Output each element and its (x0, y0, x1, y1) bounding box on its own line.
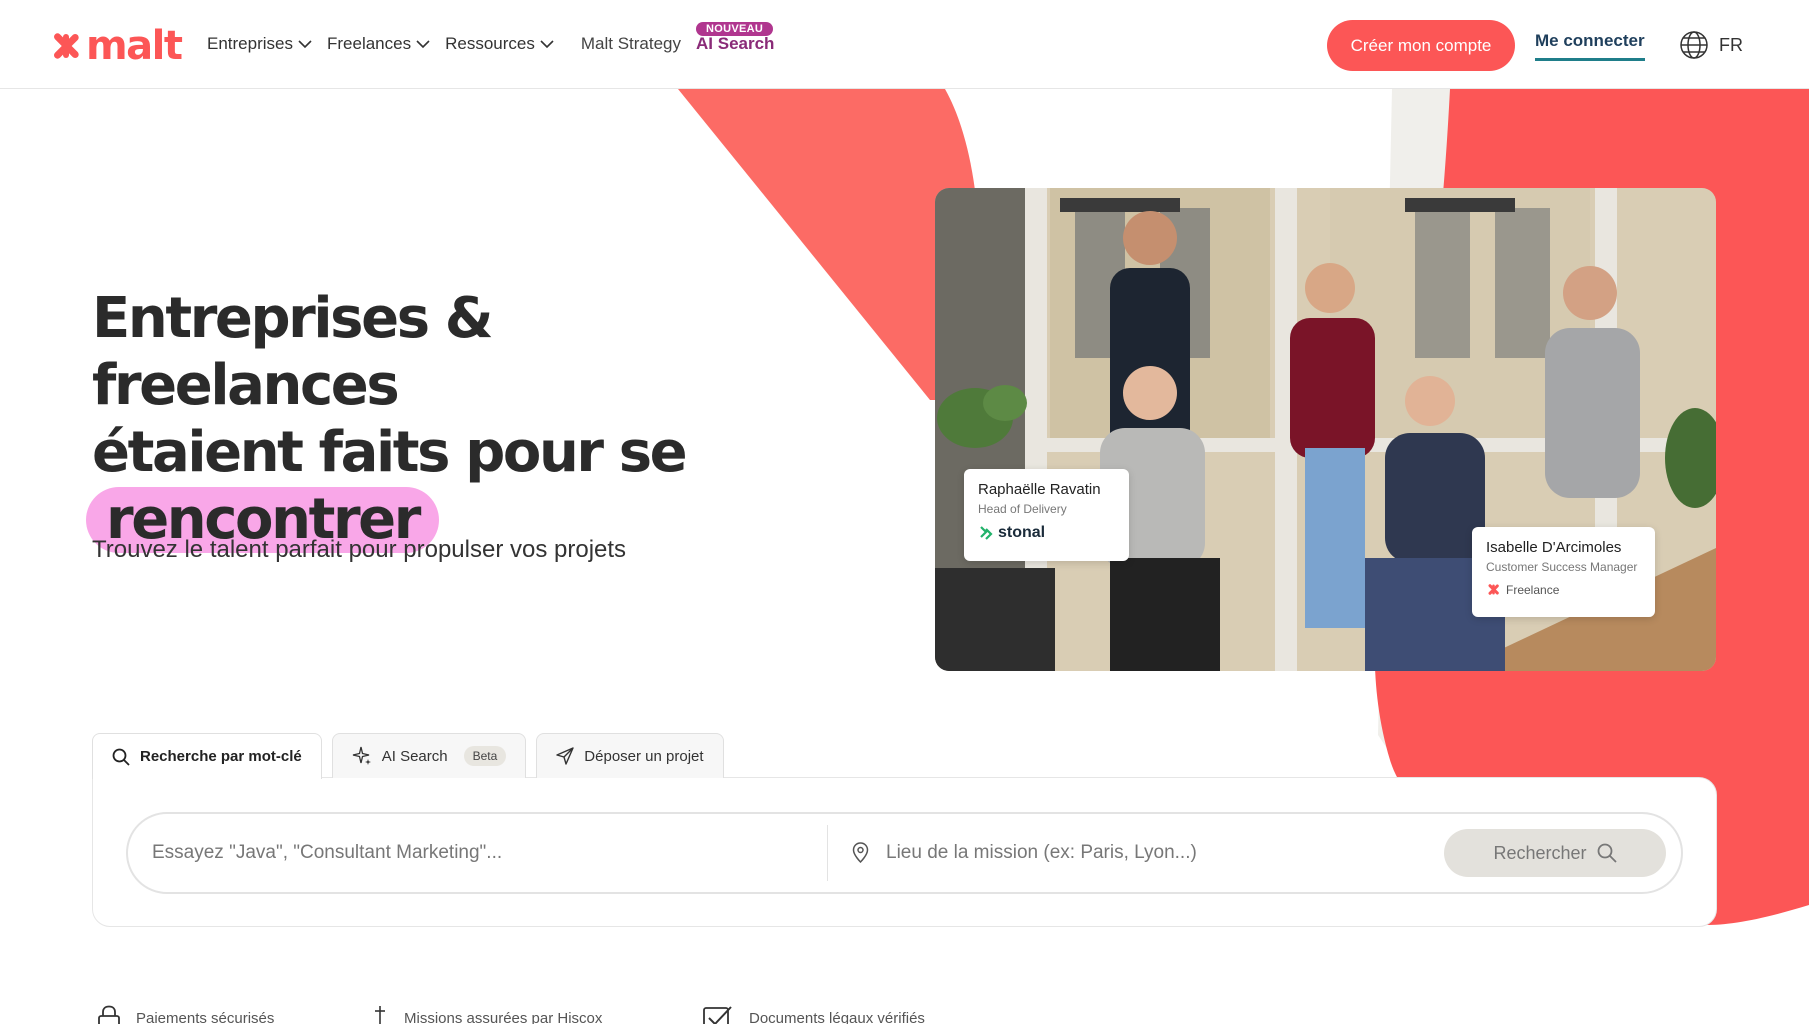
location-input[interactable] (886, 836, 1406, 870)
language-code: FR (1719, 34, 1743, 55)
company-name: Freelance (1506, 582, 1560, 597)
stonal-logo-icon (980, 526, 993, 540)
trust-item-insurance: Missions assurées par Hiscox (370, 1005, 602, 1024)
keyword-search-input[interactable] (152, 836, 792, 870)
search-tabs: Recherche par mot-clé AI Search Beta Dép… (92, 733, 734, 779)
malt-logo-icon (54, 33, 79, 59)
send-icon (556, 747, 574, 765)
chevron-down-icon (298, 39, 312, 48)
main-nav: Entreprises Freelances Ressources Malt S… (207, 22, 775, 54)
search-button[interactable]: Rechercher (1444, 829, 1666, 877)
nav-freelances[interactable]: Freelances (327, 34, 430, 54)
lock-icon (98, 1005, 120, 1024)
person-card-raphaelle: Raphaëlle Ravatin Head of Delivery stona… (964, 469, 1129, 561)
top-navigation-bar: malt Entreprises Freelances Ressources M… (0, 0, 1809, 89)
new-badge: NOUVEAU (696, 22, 774, 36)
nav-ressources-label: Ressources (445, 34, 535, 53)
person-role: Customer Success Manager (1486, 560, 1638, 574)
nav-ai-search[interactable]: NOUVEAU AI Search (696, 22, 775, 54)
language-selector[interactable]: FR (1679, 30, 1743, 60)
malt-logo[interactable]: malt (48, 23, 183, 69)
trust-item-payments: Paiements sécurisés (96, 1005, 274, 1024)
chevron-down-icon (540, 39, 554, 48)
beta-badge: Beta (463, 746, 507, 766)
create-account-button[interactable]: Créer mon compte (1327, 20, 1515, 71)
trust-label: Paiements sécurisés (136, 1009, 275, 1024)
person-name: Isabelle D'Arcimoles (1486, 539, 1622, 556)
location-pin-icon (852, 842, 869, 863)
malt-logo-text: malt (86, 23, 183, 69)
checkbox-icon (703, 1006, 732, 1024)
person-role: Head of Delivery (978, 502, 1067, 516)
tab-keyword-search[interactable]: Recherche par mot-clé (92, 733, 322, 779)
trust-item-documents: Documents légaux vérifiés (703, 1005, 925, 1024)
nav-entreprises[interactable]: Entreprises (207, 34, 312, 54)
search-button-label: Rechercher (1493, 842, 1587, 863)
login-link[interactable]: Me connecter (1535, 31, 1645, 61)
tab-post-project[interactable]: Déposer un projet (536, 733, 724, 778)
tab-post-project-label: Déposer un projet (584, 747, 704, 765)
person-card-isabelle: Isabelle D'Arcimoles Customer Success Ma… (1472, 527, 1655, 617)
tab-ai-search[interactable]: AI Search Beta (331, 733, 527, 778)
person-name: Raphaëlle Ravatin (978, 481, 1101, 498)
search-icon (1597, 843, 1617, 863)
trust-label: Documents légaux vérifiés (749, 1009, 925, 1024)
search-icon (112, 748, 130, 766)
tab-ai-search-label: AI Search (381, 747, 448, 765)
globe-icon (1680, 31, 1708, 59)
hero-title-line2: étaient faits pour se (92, 420, 688, 485)
nav-malt-strategy[interactable]: Malt Strategy (581, 34, 681, 54)
chevron-down-icon (416, 39, 430, 48)
sparkle-icon (352, 746, 371, 765)
hero-title-line1: Entreprises & freelances (92, 286, 494, 418)
malt-logo-icon (1488, 584, 1499, 595)
nav-freelances-label: Freelances (326, 34, 412, 53)
person-company: stonal (978, 524, 1115, 542)
company-name: stonal (998, 524, 1046, 541)
hero-subtitle: Trouvez le talent parfait pour propulser… (92, 536, 627, 563)
person-company: Freelance (1486, 582, 1641, 597)
nav-ressources[interactable]: Ressources (445, 34, 554, 54)
hero-title: Entreprises & freelances étaient faits p… (86, 285, 792, 553)
nav-ai-search-label: AI Search (696, 34, 775, 53)
trust-label: Missions assurées par Hiscox (404, 1009, 603, 1024)
nav-entreprises-label: Entreprises (207, 34, 293, 53)
search-divider (827, 825, 828, 881)
anchor-icon (375, 1006, 385, 1024)
tab-keyword-search-label: Recherche par mot-clé (140, 748, 302, 765)
